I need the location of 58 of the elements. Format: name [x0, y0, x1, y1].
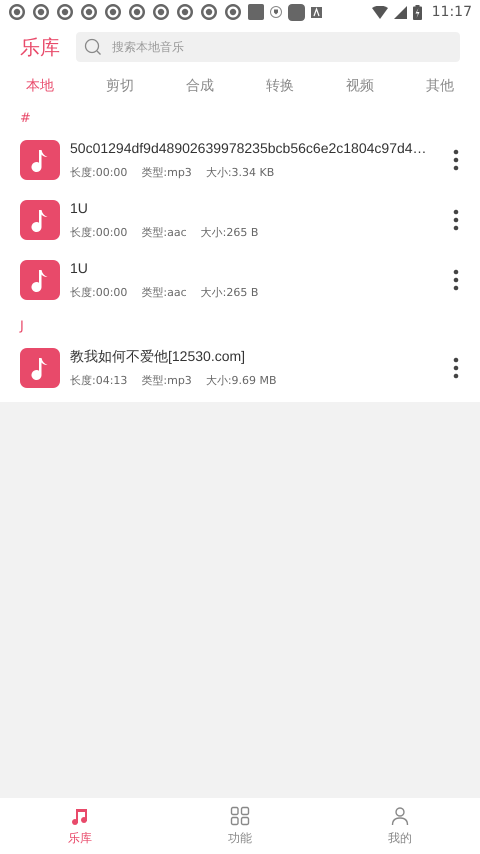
tab[interactable]: 视频	[320, 76, 400, 96]
page-title: 乐库	[20, 34, 60, 61]
shield-icon	[270, 6, 282, 18]
song-title: 1U	[70, 259, 88, 278]
notification-icon	[104, 3, 122, 21]
notification-icon	[80, 3, 98, 21]
song-size: 大小:265 B	[200, 285, 258, 302]
notification-icon	[32, 3, 50, 21]
clock-time: 11:17	[432, 2, 472, 22]
notification-icon	[288, 4, 305, 20]
tab[interactable]: 合成	[160, 76, 240, 96]
nav-tab[interactable]: 我的	[320, 798, 480, 854]
battery-icon	[412, 4, 422, 20]
more-icon	[453, 357, 459, 379]
wifi-icon	[372, 6, 388, 18]
search-icon	[84, 38, 102, 56]
song-length: 长度:04:13	[70, 373, 128, 390]
music-note-icon	[20, 260, 60, 300]
notification-icon	[176, 3, 194, 21]
notification-icon	[200, 3, 218, 21]
notification-icon	[56, 3, 74, 21]
tab[interactable]: 转换	[240, 76, 320, 96]
notification-icon	[311, 6, 322, 18]
more-icon	[453, 149, 459, 171]
section-letter: J	[20, 318, 24, 336]
notification-icon	[224, 3, 242, 21]
music-note-icon	[20, 348, 60, 388]
notification-icon	[152, 3, 170, 21]
song-length: 长度:00:00	[70, 285, 128, 302]
person-icon	[390, 806, 410, 826]
song-size: 大小:3.34 KB	[206, 165, 274, 182]
grid-icon	[230, 806, 250, 826]
song-title: 50c01294df9d48902639978235bcb56c6e2c1804c97d4…	[70, 139, 427, 158]
song-title: 教我如何不爱他[12530.com]	[70, 347, 246, 366]
notification-icon	[248, 4, 264, 20]
notification-icon	[8, 3, 26, 21]
nav-tab[interactable]: 乐库	[0, 798, 160, 854]
tab[interactable]: 剪切	[80, 76, 160, 96]
song-type: 类型:mp3	[141, 165, 192, 182]
song-type: 类型:aac	[141, 285, 187, 302]
song-title: 1U	[70, 199, 88, 218]
tab[interactable]: 其他	[400, 76, 480, 96]
song-type: 类型:mp3	[141, 373, 192, 390]
song-length: 长度:00:00	[70, 165, 128, 182]
song-type: 类型:aac	[141, 225, 187, 242]
more-icon	[453, 269, 459, 291]
song-size: 大小:9.69 MB	[206, 373, 277, 390]
notification-icon	[128, 3, 146, 21]
nav-tab[interactable]: 功能	[160, 798, 320, 854]
search-field[interactable]: 搜索本地音乐	[76, 32, 460, 62]
section-letter: #	[20, 110, 31, 128]
signal-icon	[394, 6, 407, 18]
tab[interactable]: 本地	[0, 76, 80, 96]
more-icon	[453, 209, 459, 231]
song-size: 大小:265 B	[200, 225, 258, 242]
music-note-icon	[20, 200, 60, 240]
music-note-icon	[20, 140, 60, 180]
song-length: 长度:00:00	[70, 225, 128, 242]
